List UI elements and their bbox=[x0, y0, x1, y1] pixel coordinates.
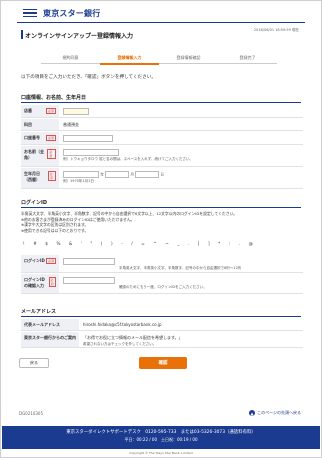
header-divider bbox=[17, 22, 305, 23]
footer-support: 東京スターダイレクトサポートデスク 0120-595-733 または03-532… bbox=[66, 430, 256, 435]
account-number-input[interactable] bbox=[63, 135, 113, 142]
row-login-id: ログインID 必須 半角英大文字、半角英小文字、半角数字、記号の中から自由選択で6… bbox=[21, 255, 303, 273]
label-name: お名前（全角） bbox=[24, 149, 44, 160]
step-agreement: 規約同意 bbox=[41, 55, 100, 64]
required-badge: 必須 bbox=[48, 277, 56, 287]
row-notification: 東京スター銀行からのご案内 「お得でお役に立つ情報のメール配信を希望します。」 … bbox=[21, 332, 303, 348]
branch-input[interactable] bbox=[63, 108, 89, 115]
row-birthdate: 生年月日（西暦） 必須 年 月 日 例）1970年1月1日 bbox=[21, 168, 303, 189]
row-email: 代表メールアドレス hiroshi.hidaka@c5f.tokyostarba… bbox=[21, 319, 303, 331]
required-badge: 必須 bbox=[45, 135, 56, 141]
label-login-id: ログインID bbox=[24, 258, 45, 263]
timestamp: 2018/06/01 18:59:59 現在 bbox=[253, 28, 299, 32]
required-badge: 必須 bbox=[47, 149, 56, 159]
footer: 東京スターダイレクトサポートデスク 0120-595-733 または03-532… bbox=[2, 426, 320, 449]
email-value: hiroshi.hidaka@c5f.tokyostarbank.co.jp bbox=[83, 322, 162, 327]
step-input: 登録情報入力 bbox=[100, 55, 159, 65]
birthdate-example: 例）1970年1月1日 bbox=[63, 179, 94, 183]
confirm-button[interactable]: 確認 bbox=[139, 357, 187, 369]
progress-steps: 規約同意 登録情報入力 登録情報確認 登録完了 bbox=[41, 55, 277, 65]
login-instructions: 半角英大文字、半角英小文字、半角数字、記号の中から自由選択で6文字以上、12文字… bbox=[21, 211, 301, 233]
back-button[interactable]: 戻る bbox=[19, 358, 49, 368]
label-birthdate: 生年月日（西暦） bbox=[24, 171, 40, 182]
logo-text: 東京スター銀行 bbox=[43, 8, 101, 18]
row-type: 科目 普通預金 bbox=[21, 119, 303, 131]
login-id-hint: 半角英大文字、半角英小文字、半角数字、記号の中から自由選択で6桁〜12桁 bbox=[119, 266, 242, 270]
day-unit: 日 bbox=[160, 172, 164, 177]
section-divider bbox=[21, 207, 301, 208]
step-complete: 登録完了 bbox=[218, 55, 277, 64]
label-type: 科目 bbox=[24, 122, 32, 127]
required-badge: 必須 bbox=[47, 171, 56, 181]
back-to-top-label: このページの先頭へ戻る bbox=[257, 410, 301, 415]
birth-year-input[interactable] bbox=[63, 171, 99, 178]
notification-checkbox-label[interactable]: 「お得でお役に立つ情報のメール配信を希望します。」 bbox=[83, 335, 183, 340]
row-login-id-confirm: ログインIDの確認入力 必須 確認のためにもう一度、ログインIDをご入力ください。 bbox=[21, 274, 303, 294]
month-unit: 月 bbox=[130, 172, 134, 177]
bank-logo[interactable]: 東京スター銀行 bbox=[23, 7, 100, 19]
page-frame: 東京スター銀行 オンラインサインアップー登録情報入力 2018/06/01 18… bbox=[0, 0, 322, 458]
label-account-number: 口座番号 bbox=[24, 135, 40, 140]
required-badge: 必須 bbox=[45, 258, 56, 264]
row-account-number: 口座番号 必須 bbox=[21, 132, 303, 145]
allowed-symbols: ! # $ % & ' " ( ) - / = ^ ~ _ . [ ] * : … bbox=[23, 241, 257, 246]
login-id-confirm-hint: 確認のためにもう一度、ログインIDをご入力ください。 bbox=[119, 285, 207, 289]
footer-hours: 平日：00:22 / 00 土日祝：00:19 / 00 bbox=[124, 437, 198, 442]
section-divider bbox=[21, 316, 301, 317]
year-unit: 年 bbox=[100, 172, 104, 177]
title-accent-bar bbox=[21, 30, 23, 39]
login-text-4: ※使用できる記号は以下のとおりです。 bbox=[21, 227, 89, 233]
back-to-top-link[interactable]: ▲ このページの先頭へ戻る bbox=[249, 410, 301, 416]
section-divider bbox=[21, 102, 301, 103]
arrow-up-icon: ▲ bbox=[249, 410, 256, 416]
document-id: DG0210305 bbox=[19, 411, 43, 416]
birth-month-input[interactable] bbox=[105, 171, 130, 178]
page-title: オンラインサインアップー登録情報入力 bbox=[25, 33, 134, 40]
section-title-account: 口座情報、お名前、生年月日 bbox=[21, 95, 87, 101]
birth-day-input[interactable] bbox=[135, 171, 160, 178]
login-id-input[interactable] bbox=[63, 258, 115, 265]
required-badge: 必須 bbox=[45, 108, 56, 114]
notification-sub: 希望されない方はチェックを外してください。 bbox=[83, 342, 157, 346]
label-email: 代表メールアドレス bbox=[24, 322, 60, 327]
label-branch: 店番 bbox=[24, 108, 32, 113]
label-notification: 東京スター銀行からのご案内 bbox=[24, 335, 76, 340]
name-hint: 例）トウキョウタロウ 姓と名の間は、スペースを入れず、続けてご入力ください。 bbox=[63, 157, 193, 161]
logo-mark-icon bbox=[23, 8, 41, 18]
login-id-confirm-input[interactable] bbox=[63, 277, 115, 284]
copyright: Copyright © The Tokyo Star Bank, Limited bbox=[129, 451, 193, 455]
step-confirm: 登録情報確認 bbox=[159, 55, 218, 64]
section-title-login: ログインID bbox=[21, 200, 48, 206]
section-title-mail: メールアドレス bbox=[21, 309, 57, 315]
type-value: 普通預金 bbox=[63, 122, 79, 127]
label-login-id-confirm: ログインIDの確認入力 bbox=[24, 277, 45, 288]
intro-text: 以下の項目をご入力いただき、「確認」ボタンを押してください。 bbox=[21, 75, 156, 80]
name-input[interactable] bbox=[63, 149, 119, 156]
row-name: お名前（全角） 必須 例）トウキョウタロウ 姓と名の間は、スペースを入れず、続けて… bbox=[21, 146, 303, 167]
row-branch: 店番 必須 bbox=[21, 105, 303, 118]
